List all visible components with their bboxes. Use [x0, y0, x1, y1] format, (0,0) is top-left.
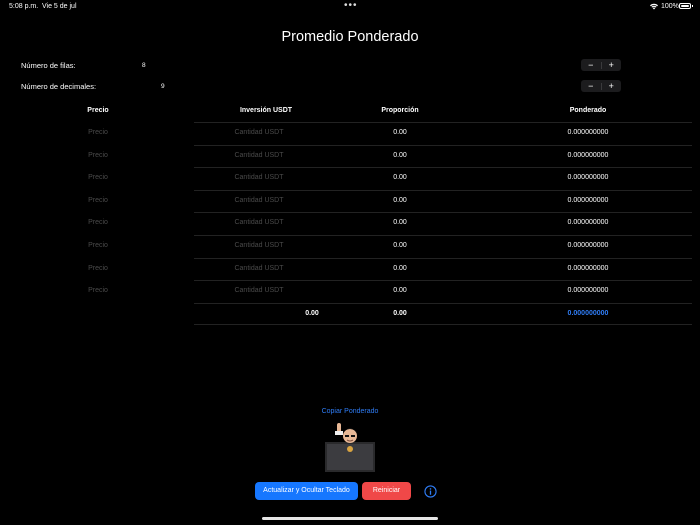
header-weighted: Ponderado: [569, 107, 607, 114]
header-investment: Inversión USDT: [239, 107, 293, 114]
proportion-value: 0.00: [393, 197, 407, 204]
page-title: Promedio Ponderado: [281, 29, 419, 45]
header-proportion: Proporción: [381, 107, 419, 114]
weighted-value: 0.000000000: [567, 197, 609, 204]
weighted-value: 0.000000000: [567, 242, 609, 249]
reset-button[interactable]: Reiniciar: [362, 482, 411, 500]
multitasking-dots-icon[interactable]: •••: [344, 0, 358, 11]
price-input[interactable]: Precio: [70, 219, 126, 226]
row-divider: [194, 258, 692, 259]
home-indicator[interactable]: [262, 517, 438, 520]
decimals-value: 9: [161, 83, 165, 90]
rows-increment-button[interactable]: +: [602, 59, 622, 71]
weighted-value: 0.000000000: [567, 287, 609, 294]
decimals-decrement-button[interactable]: −: [581, 80, 601, 92]
price-input[interactable]: Precio: [70, 129, 126, 136]
proportion-value: 0.00: [393, 265, 407, 272]
proportion-value: 0.00: [393, 219, 407, 226]
wifi-icon: [650, 3, 658, 10]
proportion-value: 0.00: [393, 287, 407, 294]
weighted-value: 0.000000000: [567, 174, 609, 181]
row-divider: [194, 280, 692, 281]
info-icon[interactable]: [424, 485, 437, 498]
total-investment: 0.00: [305, 310, 319, 317]
row-divider: [194, 212, 692, 213]
total-proportion: 0.00: [393, 310, 407, 317]
proportion-value: 0.00: [393, 152, 407, 159]
rows-value: 8: [142, 62, 146, 69]
rows-label: Número de filas:: [21, 61, 76, 70]
total-weighted: 0.000000000: [567, 310, 609, 317]
rows-stepper[interactable]: − +: [581, 59, 621, 71]
investment-input[interactable]: Cantidad USDT: [218, 152, 300, 159]
price-input[interactable]: Precio: [70, 265, 126, 272]
investment-input[interactable]: Cantidad USDT: [218, 242, 300, 249]
price-input[interactable]: Precio: [70, 242, 126, 249]
status-bar: 5:08 p.m. Vie 5 de jul ••• 100%: [0, 0, 700, 14]
decimals-increment-button[interactable]: +: [602, 80, 622, 92]
investment-input[interactable]: Cantidad USDT: [218, 265, 300, 272]
decimals-stepper[interactable]: − +: [581, 80, 621, 92]
decimals-label: Número de decimales:: [21, 82, 97, 91]
proportion-value: 0.00: [393, 129, 407, 136]
memoji-icon: [325, 423, 375, 472]
proportion-value: 0.00: [393, 242, 407, 249]
header-price: Precio: [87, 107, 109, 114]
row-divider: [194, 167, 692, 168]
battery-percent: 100%: [661, 3, 679, 10]
price-input[interactable]: Precio: [70, 152, 126, 159]
row-divider: [194, 190, 692, 191]
weighted-value: 0.000000000: [567, 265, 609, 272]
investment-input[interactable]: Cantidad USDT: [218, 129, 300, 136]
row-divider: [194, 303, 692, 304]
investment-input[interactable]: Cantidad USDT: [218, 197, 300, 204]
battery-icon: [679, 3, 693, 9]
proportion-value: 0.00: [393, 174, 407, 181]
investment-input[interactable]: Cantidad USDT: [218, 174, 300, 181]
row-divider: [194, 235, 692, 236]
totals-divider: [194, 324, 692, 325]
weighted-value: 0.000000000: [567, 152, 609, 159]
update-hide-keyboard-button[interactable]: Actualizar y Ocultar Teclado: [255, 482, 358, 500]
weighted-value: 0.000000000: [567, 129, 609, 136]
weighted-value: 0.000000000: [567, 219, 609, 226]
price-input[interactable]: Precio: [70, 197, 126, 204]
status-date: Vie 5 de jul: [42, 3, 77, 10]
investment-input[interactable]: Cantidad USDT: [218, 287, 300, 294]
rows-decrement-button[interactable]: −: [581, 59, 601, 71]
copy-weighted-link[interactable]: Copiar Ponderado: [0, 408, 700, 415]
investment-input[interactable]: Cantidad USDT: [218, 219, 300, 226]
status-time: 5:08 p.m.: [9, 3, 39, 10]
row-divider: [194, 122, 692, 123]
price-input[interactable]: Precio: [70, 174, 126, 181]
row-divider: [194, 145, 692, 146]
price-input[interactable]: Precio: [70, 287, 126, 294]
